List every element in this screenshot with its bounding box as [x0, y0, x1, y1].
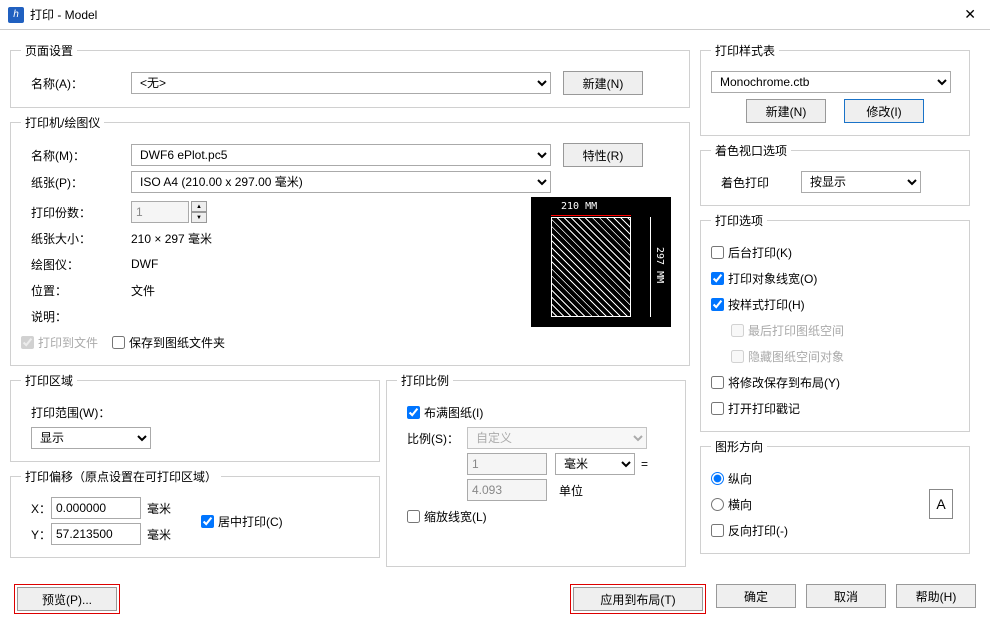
print-to-file-checkbox: 打印到文件 [21, 334, 98, 351]
plot-options-group: 打印选项 后台打印(K) 打印对象线宽(O) 按样式打印(H) 最后打印图纸空间… [700, 212, 970, 432]
desc-label: 说明： [21, 308, 131, 325]
scale-select: 自定义 [467, 427, 647, 449]
save-to-layout-checkbox[interactable]: 将修改保存到布局(Y) [711, 374, 840, 391]
printer-legend: 打印机/绘图仪 [21, 114, 104, 131]
save-to-folder-checkbox[interactable]: 保存到图纸文件夹 [112, 334, 225, 351]
lineweights-checkbox[interactable]: 打印对象线宽(O) [711, 270, 817, 287]
pagesetup-name-label: 名称(A)： [21, 75, 131, 92]
printer-properties-button[interactable]: 特性(R) [563, 143, 643, 167]
shade-select[interactable]: 按显示 [801, 171, 921, 193]
offset-y-input[interactable] [51, 523, 141, 545]
shade-viewport-legend: 着色视口选项 [711, 142, 791, 159]
plotter-label: 绘图仪： [21, 256, 131, 273]
apply-to-layout-button[interactable]: 应用到布局(T) [573, 587, 703, 611]
titlebar: h 打印 - Model ✕ [0, 0, 990, 30]
printer-group: 打印机/绘图仪 名称(M)： DWF6 ePlot.pc5 特性(R) 纸张(P… [10, 114, 690, 366]
copies-down-icon[interactable]: ▼ [191, 212, 207, 223]
printer-name-select[interactable]: DWF6 ePlot.pc5 [131, 144, 551, 166]
bottom-bar: 预览(P)... 应用到布局(T) 确定 取消 帮助(H) [0, 578, 990, 620]
orientation-legend: 图形方向 [711, 438, 767, 455]
plotter-value: DWF [131, 257, 158, 271]
offset-x-label: X： [21, 500, 51, 517]
paper-label: 纸张(P)： [21, 174, 131, 191]
style-new-button[interactable]: 新建(N) [746, 99, 826, 123]
paper-select[interactable]: ISO A4 (210.00 x 297.00 毫米) [131, 171, 551, 193]
landscape-radio[interactable]: 横向 [711, 496, 752, 513]
hide-ps-checkbox: 隐藏图纸空间对象 [731, 348, 844, 365]
copies-label: 打印份数： [21, 204, 131, 221]
offset-x-unit: 毫米 [147, 500, 171, 517]
copies-up-icon[interactable]: ▲ [191, 201, 207, 212]
close-icon[interactable]: ✕ [958, 6, 982, 23]
page-setup-group: 页面设置 名称(A)： <无> 新建(N) [10, 42, 690, 108]
scale-label: 比例(S)： [397, 430, 467, 447]
fit-to-paper-checkbox[interactable]: 布满图纸(I) [407, 404, 483, 421]
size-label: 纸张大小： [21, 230, 131, 247]
pagesetup-new-button[interactable]: 新建(N) [563, 71, 643, 95]
copies-input[interactable] [131, 201, 189, 223]
shade-label: 着色打印 [711, 174, 801, 191]
plot-stamp-checkbox[interactable]: 打开打印戳记 [711, 400, 800, 417]
bg-plot-checkbox[interactable]: 后台打印(K) [711, 244, 792, 261]
plot-options-legend: 打印选项 [711, 212, 767, 229]
orientation-icon: A [929, 489, 953, 519]
cancel-button[interactable]: 取消 [806, 584, 886, 608]
style-table-select[interactable]: Monochrome.ctb [711, 71, 951, 93]
location-label: 位置： [21, 282, 131, 299]
plot-styles-checkbox[interactable]: 按样式打印(H) [711, 296, 805, 313]
equals-label: = [641, 457, 648, 471]
offset-x-input[interactable] [51, 497, 141, 519]
plot-area-legend: 打印区域 [21, 372, 77, 389]
plot-scale-legend: 打印比例 [397, 372, 453, 389]
upside-down-checkbox[interactable]: 反向打印(-) [711, 522, 788, 539]
help-button[interactable]: 帮助(H) [896, 584, 976, 608]
offset-y-unit: 毫米 [147, 526, 171, 543]
scale-unit-select[interactable]: 毫米 [555, 453, 635, 475]
paperspace-last-checkbox: 最后打印图纸空间 [731, 322, 844, 339]
offset-y-label: Y： [21, 526, 51, 543]
window-title: 打印 - Model [30, 6, 958, 23]
plot-offset-group: 打印偏移（原点设置在可打印区域） X： 毫米 Y： 毫米 [10, 468, 380, 558]
orientation-group: 图形方向 纵向 横向 反向打印(-) A [700, 438, 970, 554]
scale-denominator-input [467, 479, 547, 501]
plot-offset-legend: 打印偏移（原点设置在可打印区域） [21, 468, 221, 485]
style-table-group: 打印样式表 Monochrome.ctb 新建(N) 修改(I) [700, 42, 970, 136]
plot-range-label: 打印范围(W)： [21, 404, 110, 421]
plot-scale-group: 打印比例 布满图纸(I) 比例(S)： 自定义 毫米 = [386, 372, 686, 567]
pagesetup-name-select[interactable]: <无> [131, 72, 551, 94]
app-icon: h [8, 7, 24, 23]
ok-button[interactable]: 确定 [716, 584, 796, 608]
size-value: 210 × 297 毫米 [131, 230, 212, 247]
center-plot-checkbox[interactable]: 居中打印(C) [201, 513, 283, 530]
style-modify-button[interactable]: 修改(I) [844, 99, 924, 123]
unit-label: 单位 [559, 482, 583, 499]
paper-preview: 210 MM 297 MM [531, 197, 671, 327]
printer-name-label: 名称(M)： [21, 147, 131, 164]
portrait-radio[interactable]: 纵向 [711, 470, 752, 487]
scale-lineweight-checkbox[interactable]: 缩放线宽(L) [407, 508, 487, 525]
plot-area-group: 打印区域 打印范围(W)： 显示 [10, 372, 380, 462]
plot-range-select[interactable]: 显示 [31, 427, 151, 449]
scale-numerator-input [467, 453, 547, 475]
page-setup-legend: 页面设置 [21, 42, 77, 59]
preview-button[interactable]: 预览(P)... [17, 587, 117, 611]
dim-width: 210 MM [561, 201, 597, 212]
location-value: 文件 [131, 282, 155, 299]
dim-height: 297 MM [654, 247, 665, 283]
style-table-legend: 打印样式表 [711, 42, 779, 59]
shade-viewport-group: 着色视口选项 着色打印 按显示 [700, 142, 970, 206]
